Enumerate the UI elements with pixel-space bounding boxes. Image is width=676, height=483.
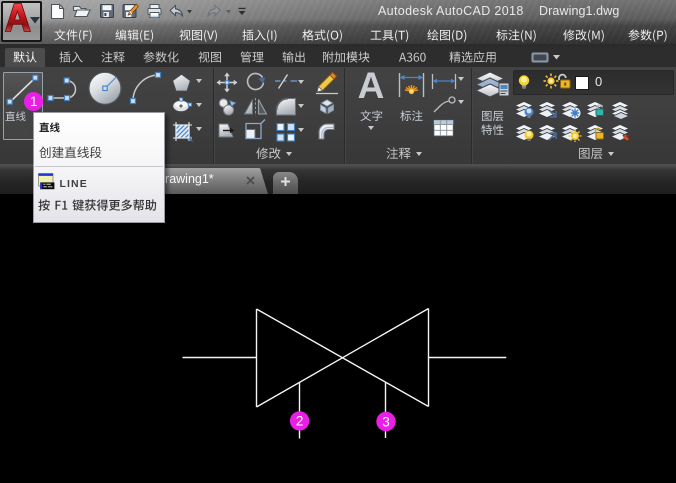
svg-text:3: 3 (382, 414, 390, 429)
svg-text:2: 2 (296, 414, 304, 429)
